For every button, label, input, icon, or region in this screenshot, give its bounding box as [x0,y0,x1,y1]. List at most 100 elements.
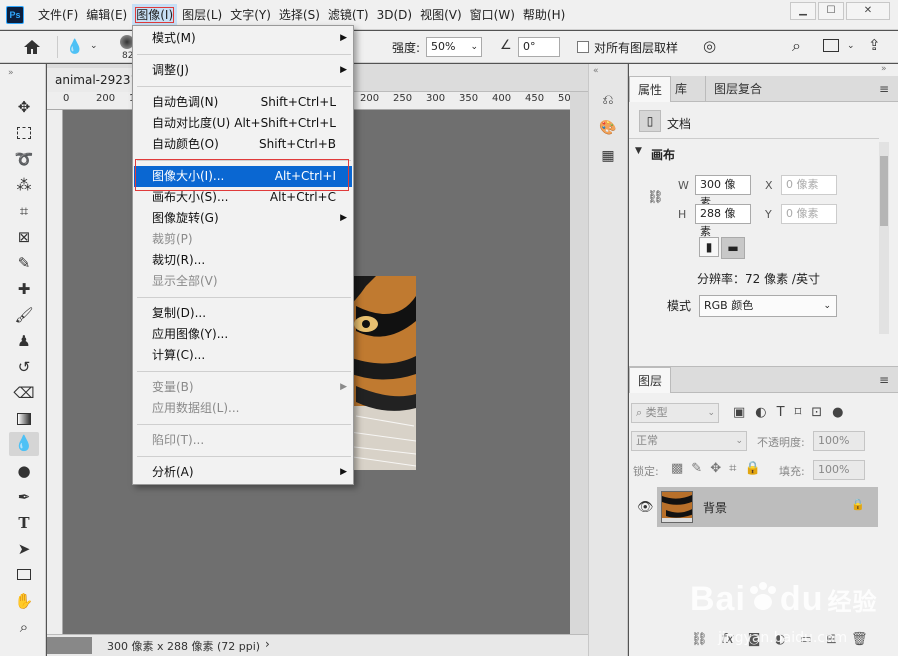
collapse-icon[interactable]: » [881,64,887,74]
panel-menu-icon[interactable]: ≡ [879,82,889,96]
gradient-tool-icon[interactable] [13,408,35,430]
chevron-down-icon[interactable]: ⌄ [90,41,98,51]
fill-field[interactable]: 100% [813,460,865,480]
history-brush-tool-icon[interactable]: ↺ [13,356,35,378]
menu-item[interactable]: 图像旋转(G) ▶ [134,208,352,229]
blend-mode-dropdown[interactable]: 正常 ⌄ [631,431,747,451]
crop-tool-icon[interactable]: ⌗ [13,200,35,222]
zoom-tool-icon[interactable]: ⌕ [13,616,35,638]
workspace-icon[interactable] [823,39,839,52]
adjustment-filter-icon[interactable]: ◐ [755,405,766,420]
menu-3[interactable]: 图像(I) [132,4,178,26]
menu-11[interactable]: 帮助(H) [519,0,569,30]
shape-filter-icon[interactable]: ⌑ [795,405,802,420]
width-field[interactable]: 300 像素 [695,175,751,209]
lock-transparent-icon[interactable]: ▩ [671,461,683,476]
marquee-tool-icon[interactable] [13,122,35,144]
eyedropper-tool-icon[interactable]: ✎ [13,252,35,274]
swatches-icon[interactable]: ▦ [598,146,618,166]
menu-1[interactable]: 文件(F) [34,0,82,30]
path-selection-tool-icon[interactable]: ➤ [13,538,35,560]
type-tool-icon[interactable]: T [13,512,35,534]
minimize-icon[interactable]: ▁ [790,2,816,20]
share-icon[interactable]: ⇪ [868,36,881,54]
portrait-icon[interactable]: ▮ [699,237,719,257]
eraser-tool-icon[interactable]: ⌫ [13,382,35,404]
landscape-icon[interactable]: ▬ [721,237,745,259]
menu-10[interactable]: 窗口(W) [466,0,519,30]
link-icon[interactable]: ⛓ [647,190,664,205]
blur-tool-icon[interactable]: 💧 [9,432,39,456]
tab-layers[interactable]: 图层 [629,367,672,393]
pen-tool-icon[interactable]: ✒ [13,486,35,508]
menu-item-label: 应用数据组(L)... [152,401,240,415]
menu-item[interactable]: 自动对比度(U) Alt+Shift+Ctrl+L [134,113,352,134]
search-icon[interactable]: ⌕ [792,36,801,56]
tab-properties[interactable]: 属性 [629,76,672,102]
dodge-tool-icon[interactable]: ● [13,460,35,482]
panel-menu-icon[interactable]: ≡ [879,373,889,387]
menu-9[interactable]: 视图(V) [416,0,466,30]
strength-value: 50% [431,40,456,53]
vertical-scrollbar[interactable] [570,92,588,634]
zoom-field[interactable] [47,637,92,654]
menu-item[interactable]: 调整(J) ▶ [134,60,352,81]
height-field[interactable]: 288 像素 [695,204,751,238]
menu-item: 变量(B) ▶ [134,377,352,398]
menu-item[interactable]: 裁切(R)... [134,250,352,271]
menu-item[interactable]: 模式(M) ▶ [134,28,352,49]
image-filter-icon[interactable]: ▣ [733,405,745,420]
home-icon[interactable] [8,36,58,58]
menu-item: 显示全部(V) [134,271,352,292]
y-field[interactable]: 0 像素 [781,204,837,224]
menu-item[interactable]: 自动色调(N) Shift+Ctrl+L [134,92,352,113]
menu-item[interactable]: 计算(C)... [134,345,352,366]
angle-field[interactable]: 0° [518,37,560,57]
filter-toggle-icon[interactable]: ● [832,405,843,420]
tab-libraries[interactable]: 库 [667,76,695,102]
maximize-icon[interactable]: ☐ [818,2,844,20]
lock-pixels-icon[interactable]: ✎ [691,461,702,476]
smart-object-filter-icon[interactable]: ⊡ [811,405,822,420]
menu-item[interactable]: 复制(D)... [134,303,352,324]
x-field[interactable]: 0 像素 [781,175,837,195]
menu-8[interactable]: 3D(D) [373,0,416,30]
menu-item[interactable]: 应用图像(Y)... [134,324,352,345]
type-filter-icon[interactable]: T [777,405,785,420]
filter-kind-dropdown[interactable]: ⌕ 类型 ⌄ [631,403,719,423]
history-icon[interactable]: ⎌ [598,90,618,110]
lasso-tool-icon[interactable]: ➰ [13,148,35,170]
stamp-tool-icon[interactable]: ♟ [13,330,35,352]
lock-position-icon[interactable]: ✥ [710,461,721,476]
panel-scrollbar[interactable] [879,142,889,334]
chevron-down-icon[interactable]: ▼ [635,146,642,156]
chevron-down-icon[interactable]: ⌄ [847,41,855,51]
close-icon[interactable]: ✕ [846,2,890,20]
opacity-field[interactable]: 100% [813,431,865,451]
expand-icon[interactable]: « [593,66,599,76]
pressure-icon[interactable]: ◎ [703,37,716,55]
color-palette-icon[interactable]: 🎨 [598,118,618,138]
lock-artboard-icon[interactable]: ⌗ [729,461,736,476]
menu-item[interactable]: 自动颜色(O) Shift+Ctrl+B [134,134,352,155]
blur-tool-icon[interactable]: 💧 [66,39,83,55]
brush-tool-icon[interactable]: 🖌 [13,304,35,326]
eye-icon[interactable]: 👁 [637,500,654,515]
rectangle-tool-icon[interactable] [13,564,35,586]
lock-all-icon[interactable]: 🔒 [744,461,760,476]
healing-brush-tool-icon[interactable]: ✚ [13,278,35,300]
magic-wand-tool-icon[interactable]: ⁂ [13,174,35,196]
sample-all-layers-checkbox[interactable] [577,41,589,53]
move-tool-icon[interactable]: ✥ [13,96,35,118]
menu-separator [137,424,351,425]
collapse-icon[interactable]: » [8,68,14,78]
status-arrow-icon[interactable]: › [265,637,270,651]
strength-field[interactable]: 50% ⌄ [426,37,482,57]
mode-dropdown[interactable]: RGB 颜色 ⌄ [699,295,837,317]
menu-2[interactable]: 编辑(E) [82,0,131,30]
layer-row[interactable]: 背景 🔒 [657,487,878,527]
hand-tool-icon[interactable]: ✋ [13,590,35,612]
tab-layer-comps[interactable]: 图层复合 [705,76,770,102]
menu-item[interactable]: 分析(A) ▶ [134,462,352,483]
frame-tool-icon[interactable]: ⊠ [13,226,35,248]
